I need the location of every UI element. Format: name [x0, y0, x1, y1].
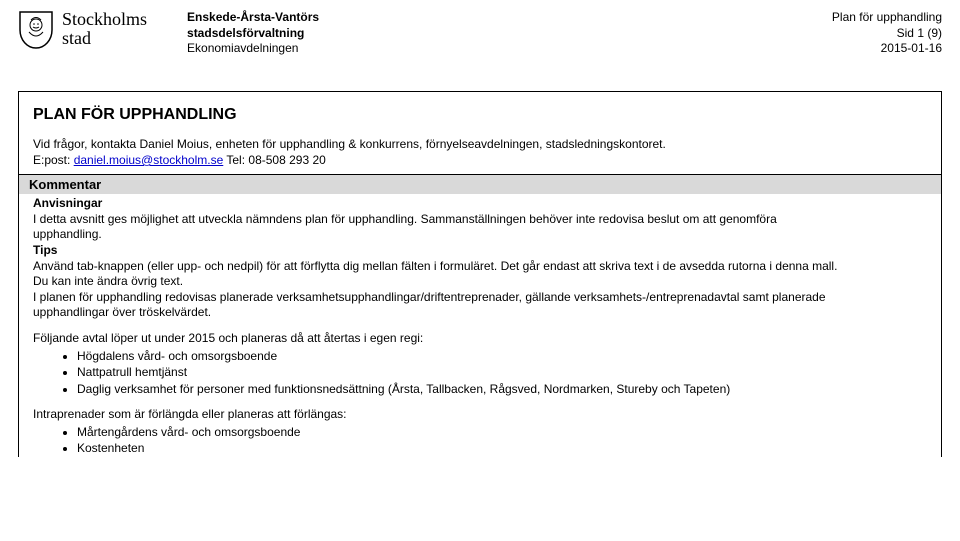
doc-type: Plan för upphandling [832, 10, 942, 26]
advice-block: Anvisningar I detta avsnitt ges möjlighe… [19, 194, 941, 457]
main-frame: PLAN FÖR UPPHANDLING Vid frågor, kontakt… [18, 91, 942, 457]
org-block: Enskede-Årsta-Vantörs stadsdelsförvaltni… [187, 10, 319, 57]
email-label: E:post: [33, 153, 74, 167]
header-right: Plan för upphandling Sid 1 (9) 2015-01-1… [832, 10, 942, 57]
org-line-3: Ekonomiavdelningen [187, 41, 319, 57]
list2-intro: Intraprenader som är förlängda eller pla… [33, 407, 927, 423]
intro-line: Vid frågor, kontakta Daniel Moius, enhet… [33, 137, 666, 151]
list-item: Mårtengårdens vård- och omsorgsboende [77, 425, 927, 441]
contact-email-link[interactable]: daniel.moius@stockholm.se [74, 153, 224, 167]
logo-text-1: Stockholms [62, 10, 147, 29]
page-header: Stockholms stad Enskede-Årsta-Vantörs st… [18, 10, 942, 57]
document-page: Stockholms stad Enskede-Årsta-Vantörs st… [0, 0, 960, 541]
intro-text: Vid frågor, kontakta Daniel Moius, enhet… [33, 136, 927, 168]
list1: Högdalens vård- och omsorgsboende Nattpa… [33, 349, 927, 398]
city-logo [18, 10, 54, 50]
list1-intro: Följande avtal löper ut under 2015 och p… [33, 331, 927, 347]
advice-p2a: Använd tab-knappen (eller upp- och nedpi… [33, 259, 927, 275]
advice-p3a: I planen för upphandling redovisas plane… [33, 290, 927, 306]
contact-tel: Tel: 08-508 293 20 [223, 153, 326, 167]
advice-p2b: Du kan inte ändra övrig text. [33, 274, 927, 290]
org-line-2: stadsdelsförvaltning [187, 26, 319, 42]
crest-icon [18, 10, 54, 50]
logo-caption: Stockholms stad [62, 10, 147, 48]
list2: Mårtengårdens vård- och omsorgsboende Ko… [33, 425, 927, 457]
tips-heading: Tips [33, 243, 927, 259]
advice-p1a: I detta avsnitt ges möjlighet att utveck… [33, 212, 927, 228]
list-item: Nattpatrull hemtjänst [77, 365, 927, 381]
advice-heading: Anvisningar [33, 196, 927, 212]
header-left: Stockholms stad Enskede-Årsta-Vantörs st… [18, 10, 319, 57]
list-item: Högdalens vård- och omsorgsboende [77, 349, 927, 365]
list-item: Daglig verksamhet för personer med funkt… [77, 382, 927, 398]
page-number: Sid 1 (9) [832, 26, 942, 42]
title-section: PLAN FÖR UPPHANDLING Vid frågor, kontakt… [19, 92, 941, 174]
advice-p3b: upphandlingar över tröskelvärdet. [33, 305, 927, 321]
document-title: PLAN FÖR UPPHANDLING [33, 106, 927, 124]
logo-text-2: stad [62, 29, 147, 48]
advice-p1b: upphandling. [33, 227, 927, 243]
org-line-1: Enskede-Årsta-Vantörs [187, 10, 319, 26]
list-item: Kostenheten [77, 441, 927, 457]
doc-date: 2015-01-16 [832, 41, 942, 57]
comment-heading: Kommentar [19, 174, 941, 194]
